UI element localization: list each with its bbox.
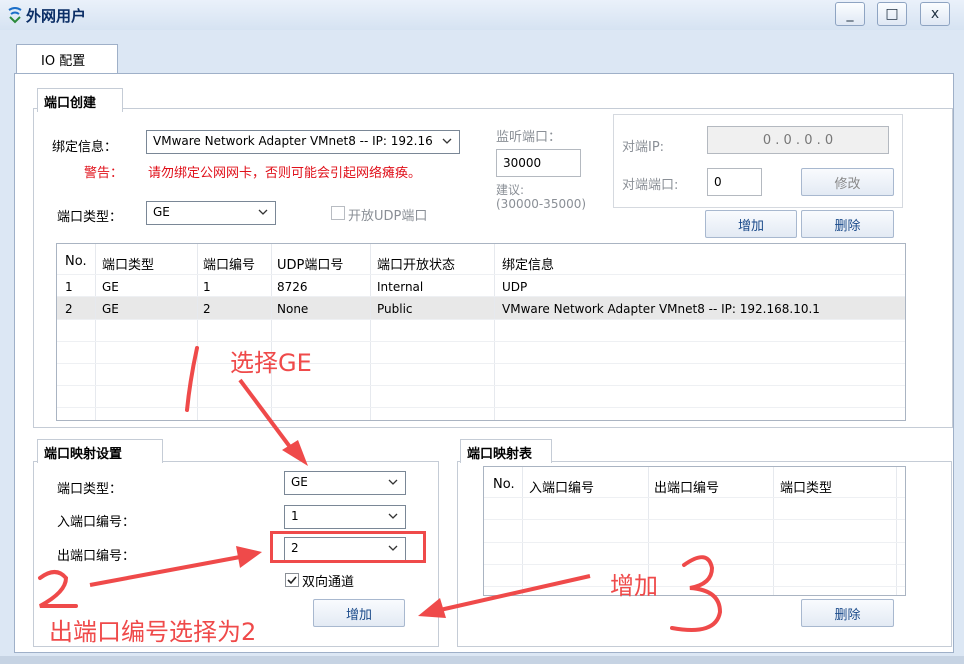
annotation-overlay [38, 346, 723, 632]
app-window: 外网用户 _ □ x IO 配置 端口创建 绑定信息： VMware Netwo… [0, 0, 964, 664]
annotation-add-note: 增加 [610, 572, 658, 600]
annotation-out-port-note: 出端口编号选择为2 [49, 618, 257, 646]
annotation-select-ge: 选择GE [230, 349, 312, 377]
status-bar [0, 656, 964, 664]
